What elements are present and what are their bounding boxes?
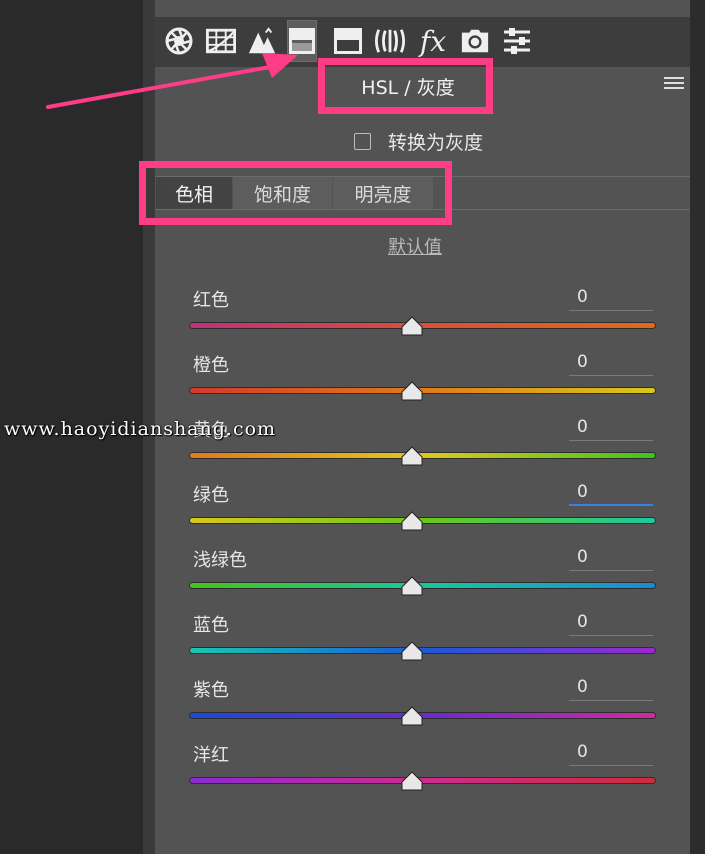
watermark-text: www.haoyidianshang.com xyxy=(4,418,277,440)
